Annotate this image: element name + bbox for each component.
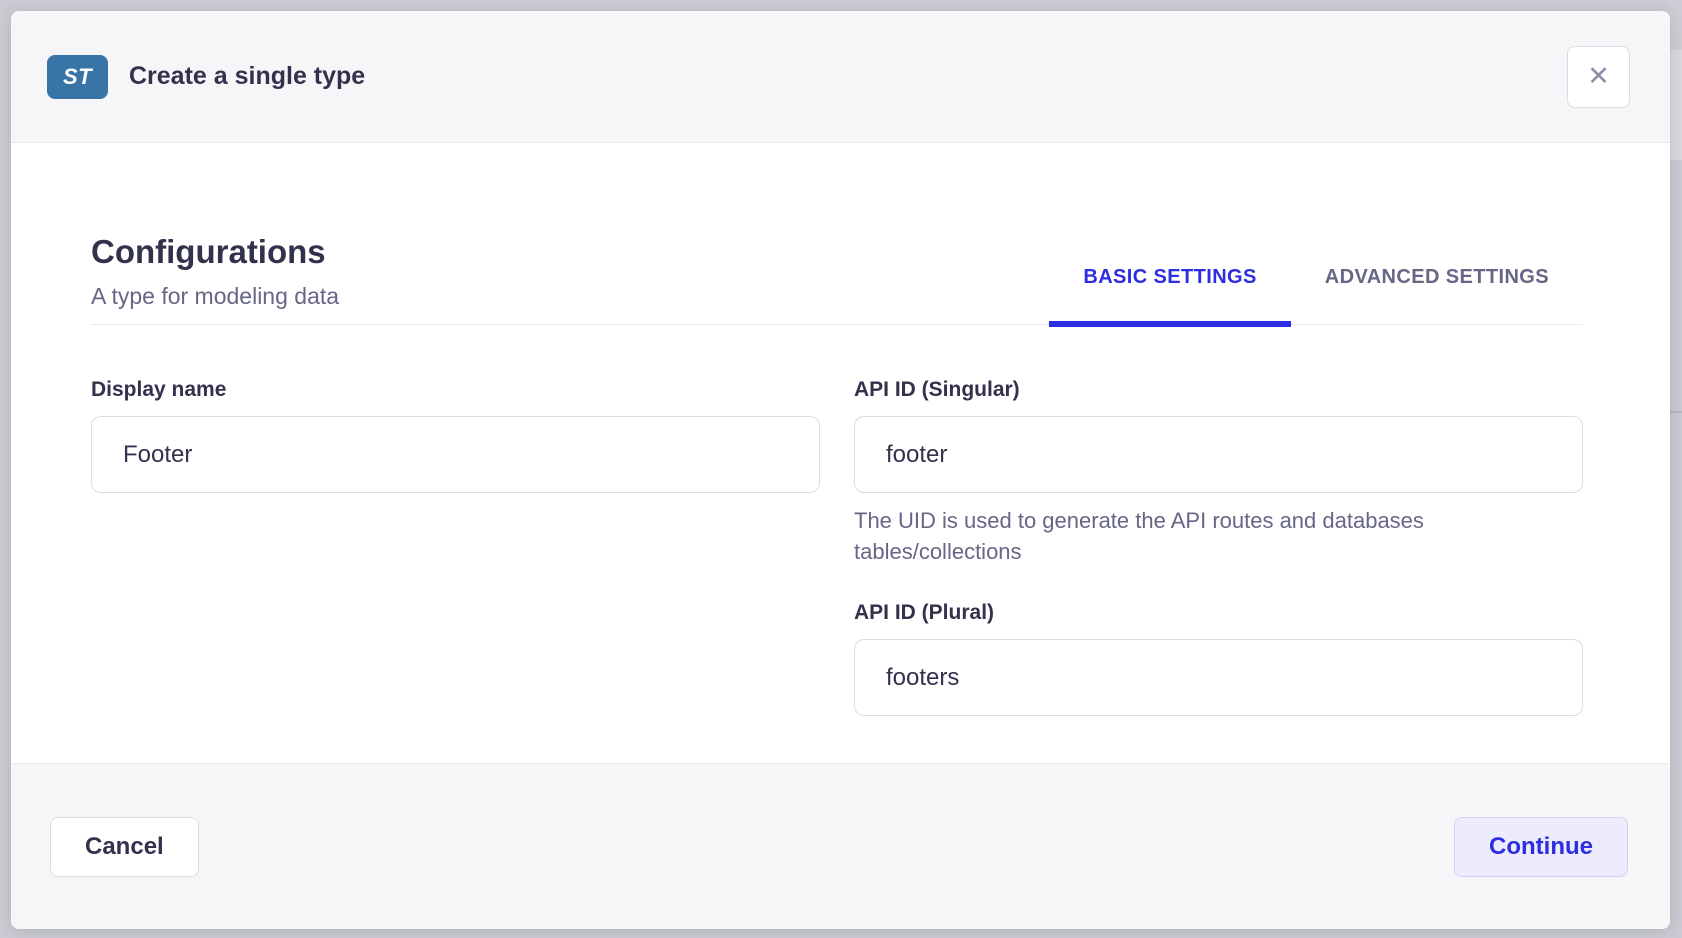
display-name-field-group: Display name	[91, 377, 820, 493]
modal-body: Configurations A type for modeling data …	[11, 143, 1670, 763]
settings-tabs: BASIC SETTINGS ADVANCED SETTINGS	[1049, 266, 1583, 324]
api-id-plural-input[interactable]	[854, 639, 1583, 716]
close-button[interactable]: ✕	[1567, 46, 1630, 108]
form-right-column: API ID (Singular) The UID is used to gen…	[854, 377, 1583, 716]
configurations-header-row: Configurations A type for modeling data …	[91, 232, 1583, 325]
background-page-edge	[1670, 0, 1682, 938]
configurations-form: Display name API ID (Singular) The UID i…	[91, 377, 1583, 716]
continue-button[interactable]: Continue	[1454, 817, 1628, 877]
modal-footer: Cancel Continue	[11, 763, 1670, 929]
tab-basic-settings[interactable]: BASIC SETTINGS	[1049, 266, 1290, 324]
background-divider	[1670, 411, 1682, 413]
api-id-plural-label: API ID (Plural)	[854, 600, 1583, 626]
background-band	[1670, 50, 1682, 160]
api-id-singular-field-group: API ID (Singular) The UID is used to gen…	[854, 377, 1583, 567]
background-band	[1670, 0, 1682, 50]
screen: ST Create a single type ✕ Configurations…	[0, 0, 1682, 938]
page-subtitle: A type for modeling data	[91, 285, 339, 308]
api-id-plural-field-group: API ID (Plural)	[854, 600, 1583, 716]
display-name-input[interactable]	[91, 416, 820, 493]
single-type-badge-icon: ST	[47, 55, 108, 99]
configurations-titles: Configurations A type for modeling data	[91, 232, 339, 324]
page-title: Configurations	[91, 232, 339, 272]
api-id-singular-hint: The UID is used to generate the API rout…	[854, 505, 1534, 567]
cancel-button[interactable]: Cancel	[50, 817, 199, 877]
modal-header: ST Create a single type ✕	[11, 11, 1670, 143]
tab-advanced-settings[interactable]: ADVANCED SETTINGS	[1291, 266, 1583, 324]
api-id-singular-label: API ID (Singular)	[854, 377, 1583, 403]
api-id-singular-input[interactable]	[854, 416, 1583, 493]
create-single-type-modal: ST Create a single type ✕ Configurations…	[11, 11, 1670, 929]
display-name-label: Display name	[91, 377, 820, 403]
modal-title: Create a single type	[129, 62, 365, 91]
close-icon: ✕	[1587, 63, 1610, 90]
form-left-column: Display name	[91, 377, 820, 716]
